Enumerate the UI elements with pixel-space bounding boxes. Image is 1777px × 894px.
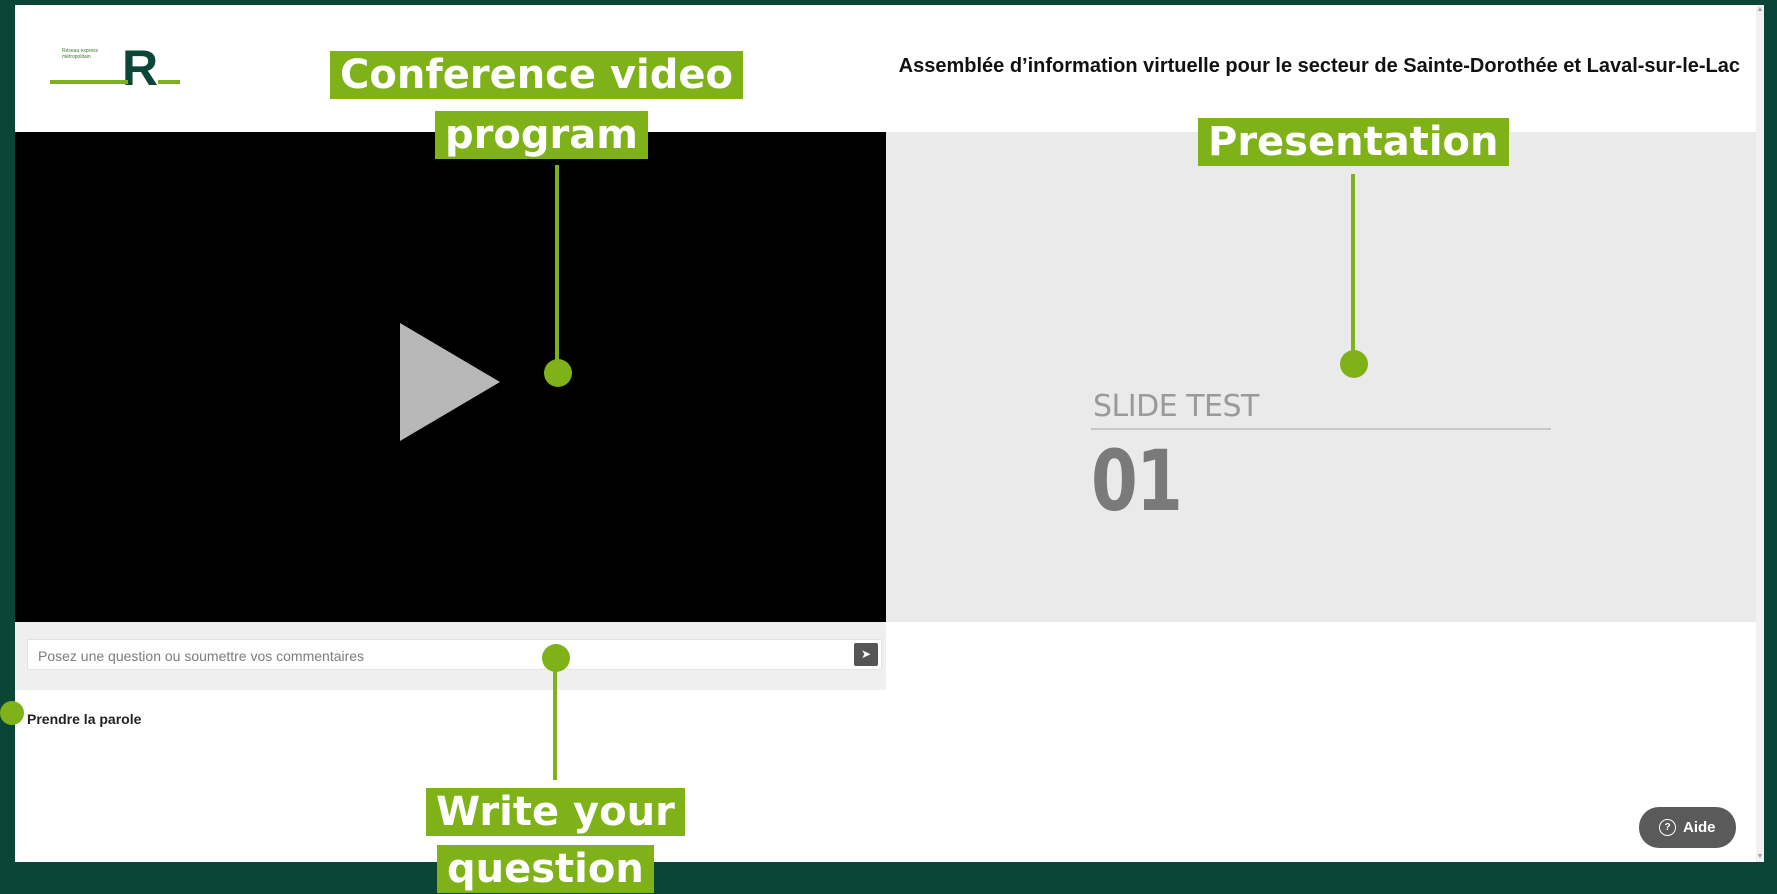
annotation-speak-dot xyxy=(0,701,24,725)
annotation-video-dot xyxy=(544,359,572,387)
scroll-down-icon[interactable]: ▼ xyxy=(1756,852,1764,862)
play-icon[interactable] xyxy=(400,323,500,441)
annotation-presentation-dot xyxy=(1340,350,1368,378)
speak-link[interactable]: Prendre la parole xyxy=(27,711,141,727)
logo-bar xyxy=(50,80,128,84)
slide-caption: SLIDE TEST xyxy=(1093,389,1259,424)
annotation-question-label-2: question xyxy=(437,845,654,893)
logo[interactable]: Réseau express métropolitain R xyxy=(50,40,180,96)
question-field: ➤ xyxy=(27,639,882,670)
scroll-up-icon[interactable]: ▲ xyxy=(1756,5,1764,15)
question-area: ➤ xyxy=(15,622,886,690)
scrollbar[interactable]: ▲ ▼ xyxy=(1756,5,1764,862)
send-icon: ➤ xyxy=(860,647,872,661)
slide-number: 01 xyxy=(1091,432,1183,530)
help-button[interactable]: ? Aide xyxy=(1639,807,1736,848)
help-label: Aide xyxy=(1683,819,1716,836)
video-player[interactable] xyxy=(15,132,886,622)
slide-divider xyxy=(1091,428,1551,430)
presentation-slide: SLIDE TEST 01 xyxy=(886,132,1756,622)
page-title: Assemblée d’information virtuelle pour l… xyxy=(898,55,1740,77)
annotation-question-label-1: Write your xyxy=(426,788,685,836)
annotation-video-label-1: Conference video xyxy=(330,51,743,99)
send-button[interactable]: ➤ xyxy=(854,643,878,666)
logo-letter: R xyxy=(122,40,159,96)
annotation-video-line xyxy=(555,165,559,373)
annotation-question-line xyxy=(553,656,557,780)
question-input[interactable] xyxy=(36,642,820,669)
logo-text: Réseau express métropolitain xyxy=(62,48,99,60)
logo-bar-right xyxy=(158,80,180,84)
annotation-presentation-line xyxy=(1351,174,1355,364)
help-icon: ? xyxy=(1659,819,1676,836)
annotation-presentation-label: Presentation xyxy=(1198,118,1509,166)
annotation-video-label-2: program xyxy=(435,111,648,159)
